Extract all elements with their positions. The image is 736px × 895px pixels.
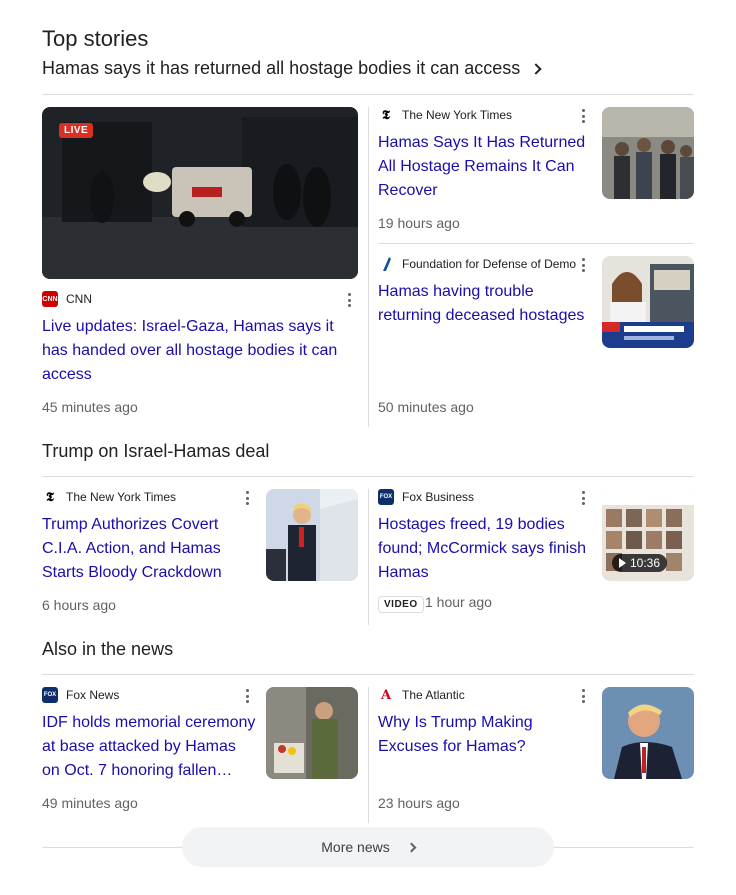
story-thumbnail[interactable] <box>266 687 358 779</box>
source-cnn[interactable]: CNN CNN <box>42 291 92 307</box>
divider <box>42 94 694 95</box>
fox-business-logo-icon: FOX <box>378 489 394 505</box>
timestamp: 6 hours ago <box>42 597 116 613</box>
divider <box>42 476 694 477</box>
chevron-right-icon <box>406 842 417 852</box>
main-story-title[interactable]: Live updates: Israel-Gaza, Hamas says it… <box>42 315 360 387</box>
source-name: Fox Business <box>402 490 475 504</box>
more-news-button[interactable]: More news <box>182 827 554 867</box>
column-divider <box>368 107 369 427</box>
column-divider <box>368 489 369 625</box>
story-thumbnail[interactable] <box>602 256 694 348</box>
timestamp: 50 minutes ago <box>378 399 474 415</box>
source-name: CNN <box>66 292 92 306</box>
headline-link[interactable]: Hamas says it has returned all hostage b… <box>42 58 542 79</box>
timestamp: 49 minutes ago <box>42 795 138 811</box>
fox-news-logo-icon: FOX <box>42 687 58 703</box>
headline-text: Hamas says it has returned all hostage b… <box>42 58 521 78</box>
story-thumbnail[interactable] <box>602 107 694 199</box>
column-divider <box>368 687 369 823</box>
story-title[interactable]: Why Is Trump Making Excuses for Hamas? <box>378 711 592 759</box>
duration-text: 10:36 <box>630 556 661 570</box>
more-news-label: More news <box>321 839 390 855</box>
section-title-top-stories: Top stories <box>42 26 149 51</box>
source-the-atlantic[interactable]: A The Atlantic <box>378 687 465 703</box>
timestamp: 19 hours ago <box>378 215 460 231</box>
fdd-logo-icon <box>378 256 394 272</box>
chevron-right-icon <box>530 62 542 75</box>
cnn-logo-icon: CNN <box>42 291 58 307</box>
more-options-icon[interactable] <box>347 293 351 307</box>
timestamp: 23 hours ago <box>378 795 460 811</box>
story-title[interactable]: Hamas having trouble returning deceased … <box>378 280 592 328</box>
timestamp: 1 hour ago <box>425 594 492 610</box>
more-options-icon[interactable] <box>581 258 585 272</box>
source-name: Foundation for Defense of Demo <box>402 257 576 271</box>
source-name: The New York Times <box>66 490 177 504</box>
story-thumbnail[interactable] <box>266 489 358 581</box>
source-fox-news[interactable]: FOX Fox News <box>42 687 119 703</box>
story-thumbnail[interactable] <box>602 687 694 779</box>
timestamp: 45 minutes ago <box>42 399 138 415</box>
video-badge: VIDEO <box>378 596 424 613</box>
more-options-icon[interactable] <box>245 689 249 703</box>
source-fox-business[interactable]: FOX Fox Business <box>378 489 474 505</box>
nyt-logo-icon: 𝕿 <box>42 489 58 505</box>
more-options-icon[interactable] <box>581 491 585 505</box>
source-nyt[interactable]: 𝕿 The New York Times <box>42 489 176 505</box>
section-title-trump[interactable]: Trump on Israel-Hamas deal <box>42 441 269 462</box>
live-badge: LIVE <box>59 123 94 138</box>
source-name: The Atlantic <box>402 688 465 702</box>
more-options-icon[interactable] <box>581 689 585 703</box>
divider <box>378 243 694 244</box>
section-title-also-in-news: Also in the news <box>42 639 174 659</box>
divider <box>42 674 694 675</box>
more-options-icon[interactable] <box>581 109 585 123</box>
more-options-icon[interactable] <box>245 491 249 505</box>
story-title[interactable]: Trump Authorizes Covert C.I.A. Action, a… <box>42 513 256 585</box>
source-name: The New York Times <box>402 108 513 122</box>
source-nyt[interactable]: 𝕿 The New York Times <box>378 107 512 123</box>
story-title[interactable]: Hamas Says It Has Returned All Hostage R… <box>378 131 592 203</box>
atlantic-logo-icon: A <box>378 687 394 703</box>
story-title[interactable]: Hostages freed, 19 bodies found; McCormi… <box>378 513 592 585</box>
source-name: Fox News <box>66 688 120 702</box>
video-duration: 10:36 <box>612 554 668 572</box>
nyt-logo-icon: 𝕿 <box>378 107 394 123</box>
story-title[interactable]: IDF holds memorial ceremony at base atta… <box>42 711 258 783</box>
play-icon <box>619 558 626 568</box>
source-fdd[interactable]: Foundation for Defense of Demo <box>378 256 576 272</box>
